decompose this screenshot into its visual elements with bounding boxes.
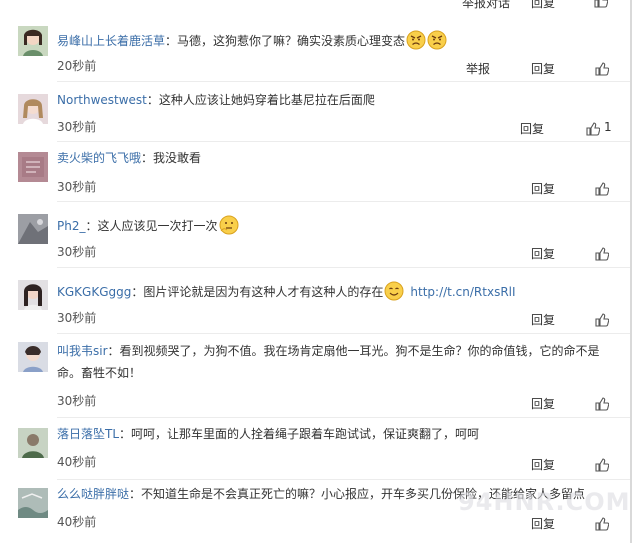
comment-time: 40秒前 — [57, 515, 97, 529]
thumbs-up-icon — [594, 0, 609, 8]
like-button[interactable] — [595, 517, 610, 531]
comment-text: 这种人应该让她妈穿着比基尼拉在后面爬 — [158, 93, 375, 107]
comment-username[interactable]: 易峰山上长着鹿活草 — [57, 34, 165, 48]
comment-text-continued: 命。畜牲不如！ — [57, 366, 142, 380]
like-button[interactable] — [594, 0, 609, 8]
thumbs-up-icon — [595, 397, 610, 411]
comment-time: 30秒前 — [57, 394, 97, 408]
comment-time: 30秒前 — [57, 245, 97, 259]
comment-username[interactable]: Northwestwest — [57, 93, 147, 107]
comment-text: 马德，这狗惹你了嘛？确实没素质心理变态 — [177, 34, 406, 48]
comment-item: 易峰山上长着鹿活草：马德，这狗惹你了嘛？确实没素质心理变态 20秒前 举报 回复 — [0, 12, 630, 82]
like-button[interactable] — [595, 458, 610, 472]
avatar[interactable] — [18, 280, 48, 310]
comment-item: 落日落坠TL：呵呵，让那车里面的人拴着绳子跟着车跑试试，保证爽翻了，呵呵 40秒… — [0, 418, 630, 480]
view-conversation-link[interactable]: 举报对话 — [462, 0, 510, 11]
comment-text: 我没敢看 — [153, 151, 202, 165]
thumbs-up-icon — [595, 62, 610, 76]
like-button[interactable] — [595, 182, 610, 196]
site-watermark: 94HNR.COM — [458, 488, 631, 516]
report-button[interactable]: 举报 — [466, 60, 490, 77]
comment-item: KGKGKGggg：图片评论就是因为有这种人才有这种人的存在 http://t.c… — [0, 268, 630, 334]
thumbs-up-icon — [595, 517, 610, 531]
comment-time: 20秒前 — [57, 59, 97, 73]
separator: ： — [107, 344, 120, 358]
comment-username[interactable]: 叫我韦sir — [57, 344, 108, 358]
separator: ： — [85, 219, 98, 233]
reply-button[interactable]: 回复 — [531, 456, 555, 473]
like-button[interactable] — [595, 397, 610, 411]
comment-username[interactable]: 落日落坠TL — [57, 427, 119, 441]
smile-face-icon — [384, 281, 404, 301]
comment-item: Ph2_：这人应该见一次打一次 30秒前 回复 — [0, 202, 630, 268]
thumbs-up-icon — [595, 458, 610, 472]
avatar[interactable] — [18, 94, 48, 124]
avatar[interactable] — [18, 214, 48, 244]
thumbs-up-icon — [595, 247, 610, 261]
separator: ： — [165, 34, 178, 48]
comment-time: 40秒前 — [57, 455, 97, 469]
comment-username[interactable]: Ph2_ — [57, 219, 85, 233]
reply-button[interactable]: 回复 — [531, 180, 555, 197]
like-button[interactable] — [595, 313, 610, 327]
reply-button[interactable]: 回复 — [531, 60, 555, 77]
comment-username[interactable]: KGKGKGggg — [57, 285, 131, 299]
previous-comment-actions: 举报对话 回复 — [0, 0, 630, 12]
avatar[interactable] — [18, 488, 48, 518]
reply-button[interactable]: 回复 — [531, 515, 555, 532]
like-button[interactable] — [586, 122, 601, 136]
avatar[interactable] — [18, 26, 48, 56]
thumbs-up-icon — [595, 182, 610, 196]
separator: ： — [141, 151, 154, 165]
reply-button[interactable]: 回复 — [531, 311, 555, 328]
comment-text: 呵呵，让那车里面的人拴着绳子跟着车跑试试，保证爽翻了，呵呵 — [131, 427, 480, 441]
comment-time: 30秒前 — [57, 180, 97, 194]
like-count: 1 — [604, 120, 612, 134]
comment-text: 这人应该见一次打一次 — [97, 219, 218, 233]
separator: ： — [146, 93, 159, 107]
comment-item: 卖火柴的飞飞哦：我没敢看 30秒前 回复 — [0, 142, 630, 202]
comment-time: 30秒前 — [57, 120, 97, 134]
angry-face-icon — [406, 30, 426, 50]
comment-time: 30秒前 — [57, 311, 97, 325]
avatar[interactable] — [18, 428, 48, 458]
comment-item: 叫我韦sir：看到视频哭了，为狗不值。我在场肯定扇他一耳光。狗不是生命？你的命值… — [0, 334, 630, 418]
comment-text: 看到视频哭了，为狗不值。我在场肯定扇他一耳光。狗不是生命？你的命值钱，它的命不是 — [119, 344, 600, 358]
thumbs-up-icon — [586, 122, 601, 136]
avatar[interactable] — [18, 152, 48, 182]
separator: ： — [129, 487, 142, 501]
reply-button[interactable]: 回复 — [531, 395, 555, 412]
separator: ： — [131, 285, 144, 299]
comment-text: 图片评论就是因为有这种人才有这种人的存在 — [143, 285, 384, 299]
angry-face-icon — [427, 30, 447, 50]
separator: ： — [119, 427, 132, 441]
comment-username[interactable]: 么么哒胖胖哒 — [57, 487, 129, 501]
reply-button[interactable]: 回复 — [531, 0, 555, 11]
thinking-face-icon — [219, 215, 239, 235]
reply-button[interactable]: 回复 — [520, 120, 544, 137]
comment-username[interactable]: 卖火柴的飞飞哦 — [57, 151, 141, 165]
thumbs-up-icon — [595, 313, 610, 327]
avatar[interactable] — [18, 342, 48, 372]
comment-item: Northwestwest：这种人应该让她妈穿着比基尼拉在后面爬 30秒前 回复… — [0, 82, 630, 142]
like-button[interactable] — [595, 247, 610, 261]
short-link[interactable]: http://t.cn/RtxsRlI — [410, 285, 515, 299]
reply-button[interactable]: 回复 — [531, 245, 555, 262]
like-button[interactable] — [595, 62, 610, 76]
